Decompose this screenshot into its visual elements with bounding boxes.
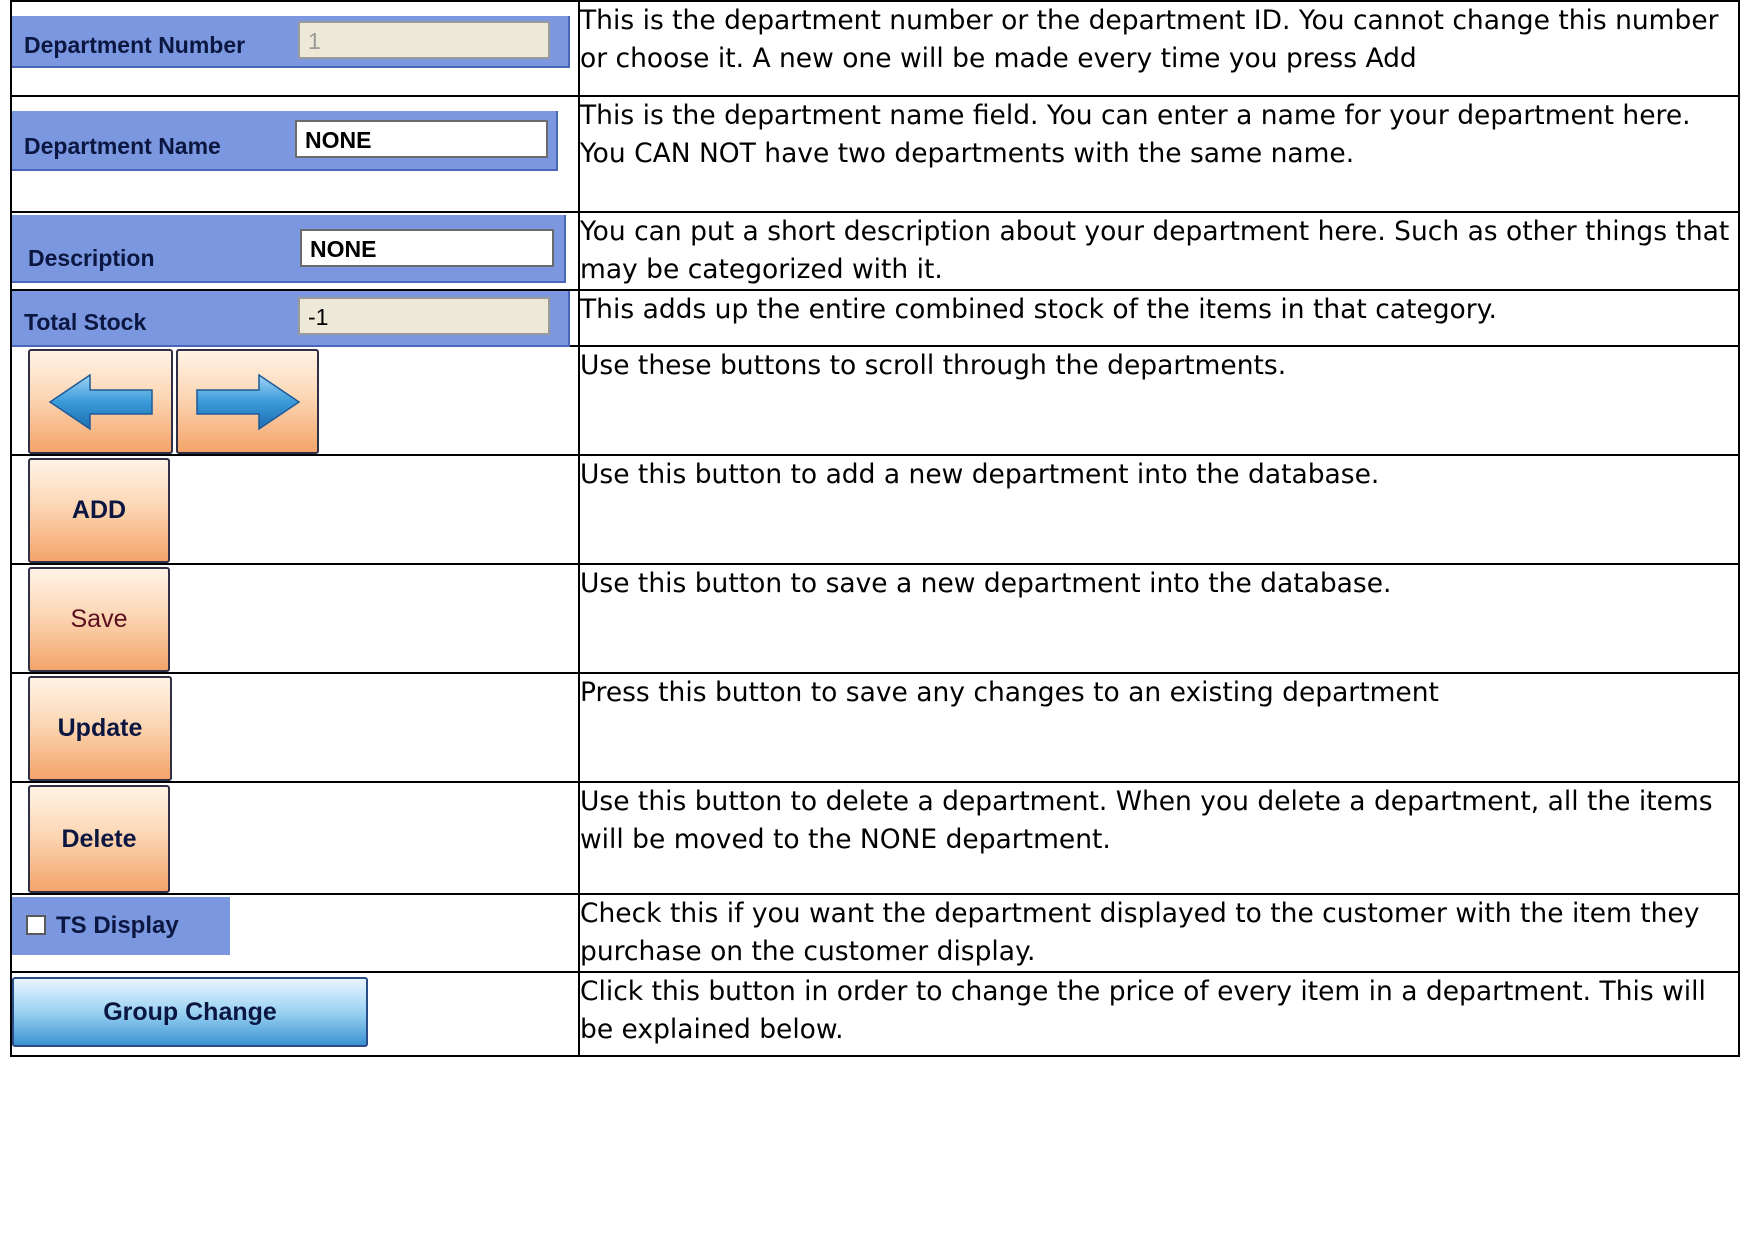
department-number-field: 1 bbox=[298, 21, 550, 59]
left-arrow-icon bbox=[48, 373, 153, 430]
description-text: Click this button in order to change the… bbox=[578, 971, 1740, 1057]
ui-cell: Total Stock -1 bbox=[10, 289, 580, 347]
description-text: Use these buttons to scroll through the … bbox=[578, 345, 1740, 456]
ts-display-checkbox[interactable] bbox=[26, 915, 46, 935]
table-row: Department Number 1 This is the departme… bbox=[10, 0, 1740, 97]
ui-cell: Department Name NONE bbox=[10, 95, 580, 213]
ui-cell: Save bbox=[10, 563, 580, 674]
ts-display-label: TS Display bbox=[56, 912, 179, 939]
ts-display-panel: TS Display bbox=[12, 897, 230, 955]
department-name-input[interactable]: NONE bbox=[295, 120, 548, 158]
description-text: Use this button to delete a department. … bbox=[578, 781, 1740, 895]
add-button[interactable]: ADD bbox=[28, 458, 170, 563]
ui-cell bbox=[10, 345, 580, 456]
description-text: Check this if you want the department di… bbox=[578, 893, 1740, 973]
table-row: ADD Use this button to add a new departm… bbox=[10, 454, 1740, 565]
table-row: Group Change Click this button in order … bbox=[10, 971, 1740, 1057]
department-name-panel: Department Name NONE bbox=[12, 111, 558, 171]
department-number-panel: Department Number 1 bbox=[12, 16, 570, 68]
ui-cell: Description NONE bbox=[10, 211, 580, 291]
table-row: Department Name NONE This is the departm… bbox=[10, 95, 1740, 213]
description-text: This adds up the entire combined stock o… bbox=[578, 289, 1740, 347]
next-department-button[interactable] bbox=[176, 349, 319, 454]
ui-cell: TS Display bbox=[10, 893, 580, 973]
description-label: Description bbox=[28, 245, 155, 271]
department-number-label: Department Number bbox=[24, 32, 246, 58]
total-stock-panel: Total Stock -1 bbox=[12, 291, 570, 347]
previous-department-button[interactable] bbox=[28, 349, 173, 454]
total-stock-label: Total Stock bbox=[24, 309, 147, 335]
description-input[interactable]: NONE bbox=[300, 229, 554, 267]
table-row: Total Stock -1 This adds up the entire c… bbox=[10, 289, 1740, 347]
department-name-label: Department Name bbox=[24, 133, 221, 159]
table-row: Delete Use this button to delete a depar… bbox=[10, 781, 1740, 895]
ui-cell: Update bbox=[10, 672, 580, 783]
description-text: Press this button to save any changes to… bbox=[578, 672, 1740, 783]
description-text: Use this button to add a new department … bbox=[578, 454, 1740, 565]
save-button[interactable]: Save bbox=[28, 567, 170, 672]
right-arrow-icon bbox=[195, 373, 300, 430]
table-row: Save Use this button to save a new depar… bbox=[10, 563, 1740, 674]
total-stock-field: -1 bbox=[298, 297, 550, 335]
table-row: TS Display Check this if you want the de… bbox=[10, 893, 1740, 973]
description-text: You can put a short description about yo… bbox=[578, 211, 1740, 291]
ui-cell: Delete bbox=[10, 781, 580, 895]
description-text: This is the department name field. You c… bbox=[578, 95, 1740, 213]
table-row: Update Press this button to save any cha… bbox=[10, 672, 1740, 783]
group-change-button[interactable]: Group Change bbox=[12, 977, 368, 1047]
ui-cell: ADD bbox=[10, 454, 580, 565]
description-text: Use this button to save a new department… bbox=[578, 563, 1740, 674]
table-row: Description NONE You can put a short des… bbox=[10, 211, 1740, 291]
ui-cell: Department Number 1 bbox=[10, 0, 580, 97]
description-text: This is the department number or the dep… bbox=[578, 0, 1740, 97]
table-row: Use these buttons to scroll through the … bbox=[10, 345, 1740, 456]
description-panel: Description NONE bbox=[12, 215, 566, 283]
documentation-table: Department Number 1 This is the departme… bbox=[10, 0, 1740, 1057]
update-button[interactable]: Update bbox=[28, 676, 172, 781]
ui-cell: Group Change bbox=[10, 971, 580, 1057]
delete-button[interactable]: Delete bbox=[28, 785, 170, 893]
